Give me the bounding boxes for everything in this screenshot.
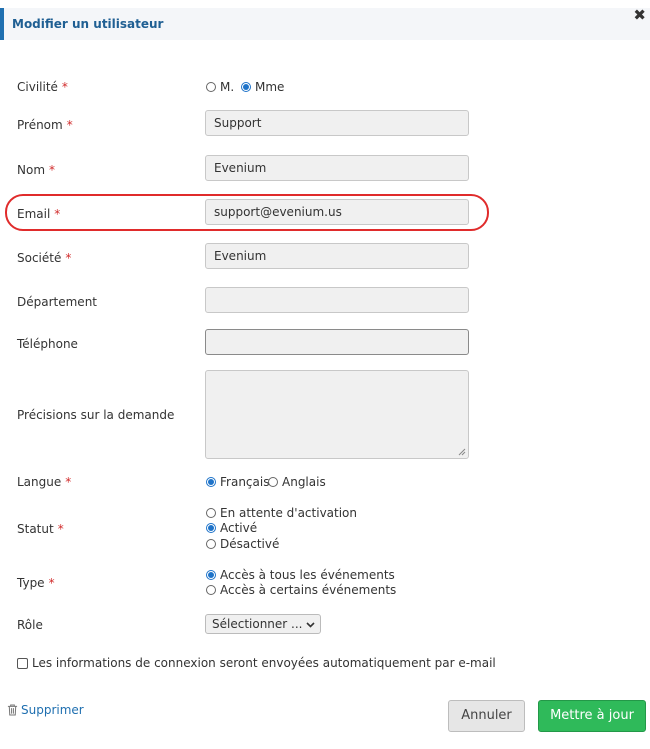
radio-icon[interactable] <box>206 584 216 595</box>
precisions-textarea[interactable] <box>205 370 469 459</box>
civilite-option-mme[interactable]: Mme <box>241 80 284 94</box>
radio-icon[interactable] <box>268 476 278 487</box>
prenom-input[interactable]: Support <box>205 110 469 136</box>
prenom-label: Prénom * <box>17 118 73 132</box>
statut-option-attente[interactable]: En attente d'activation <box>206 506 357 520</box>
type-label: Type * <box>17 576 55 590</box>
nom-input[interactable]: Evenium <box>205 155 469 181</box>
radio-selected-icon[interactable] <box>206 522 216 533</box>
cancel-button[interactable]: Annuler <box>448 700 525 732</box>
trash-icon <box>7 704 18 716</box>
precisions-label: Précisions sur la demande <box>17 408 175 422</box>
delete-link[interactable]: Supprimer <box>7 703 84 717</box>
email-input[interactable]: support@evenium.us <box>205 199 469 225</box>
departement-input[interactable] <box>205 287 469 313</box>
langue-option-francais[interactable]: Français <box>206 475 269 489</box>
close-icon[interactable]: ✖ <box>633 6 646 24</box>
radio-selected-icon[interactable] <box>206 569 216 580</box>
role-select[interactable]: Sélectionner ... <box>205 614 321 634</box>
email-label: Email * <box>17 207 61 221</box>
radio-selected-icon[interactable] <box>241 81 251 92</box>
chevron-down-icon <box>306 622 315 628</box>
telephone-label: Téléphone <box>17 337 78 351</box>
statut-option-active[interactable]: Activé <box>206 521 257 535</box>
role-label: Rôle <box>17 618 43 632</box>
radio-icon[interactable] <box>206 507 216 518</box>
telephone-input[interactable] <box>205 329 469 355</box>
radio-selected-icon[interactable] <box>206 476 216 487</box>
langue-option-anglais[interactable]: Anglais <box>268 475 326 489</box>
radio-icon[interactable] <box>206 81 216 92</box>
nom-label: Nom * <box>17 163 56 177</box>
societe-label: Société * <box>17 251 72 265</box>
email-notification-label: Les informations de connexion seront env… <box>32 656 496 670</box>
langue-label: Langue * <box>17 475 72 489</box>
statut-label: Statut * <box>17 522 64 536</box>
type-option-certains[interactable]: Accès à certains événements <box>206 583 396 597</box>
civilite-option-m[interactable]: M. <box>206 80 234 94</box>
role-select-value: Sélectionner ... <box>212 617 303 631</box>
type-option-tous[interactable]: Accès à tous les événements <box>206 568 395 582</box>
update-button[interactable]: Mettre à jour <box>538 700 646 732</box>
societe-input[interactable]: Evenium <box>205 243 469 269</box>
departement-label: Département <box>17 295 97 309</box>
radio-icon[interactable] <box>206 538 216 549</box>
dialog-title: Modifier un utilisateur <box>12 17 164 31</box>
civilite-label: Civilité * <box>17 80 68 94</box>
statut-option-desactive[interactable]: Désactivé <box>206 537 279 551</box>
dialog-header: Modifier un utilisateur <box>0 8 650 40</box>
resize-grip-icon[interactable] <box>458 448 466 456</box>
email-notification-checkbox[interactable] <box>17 658 28 669</box>
